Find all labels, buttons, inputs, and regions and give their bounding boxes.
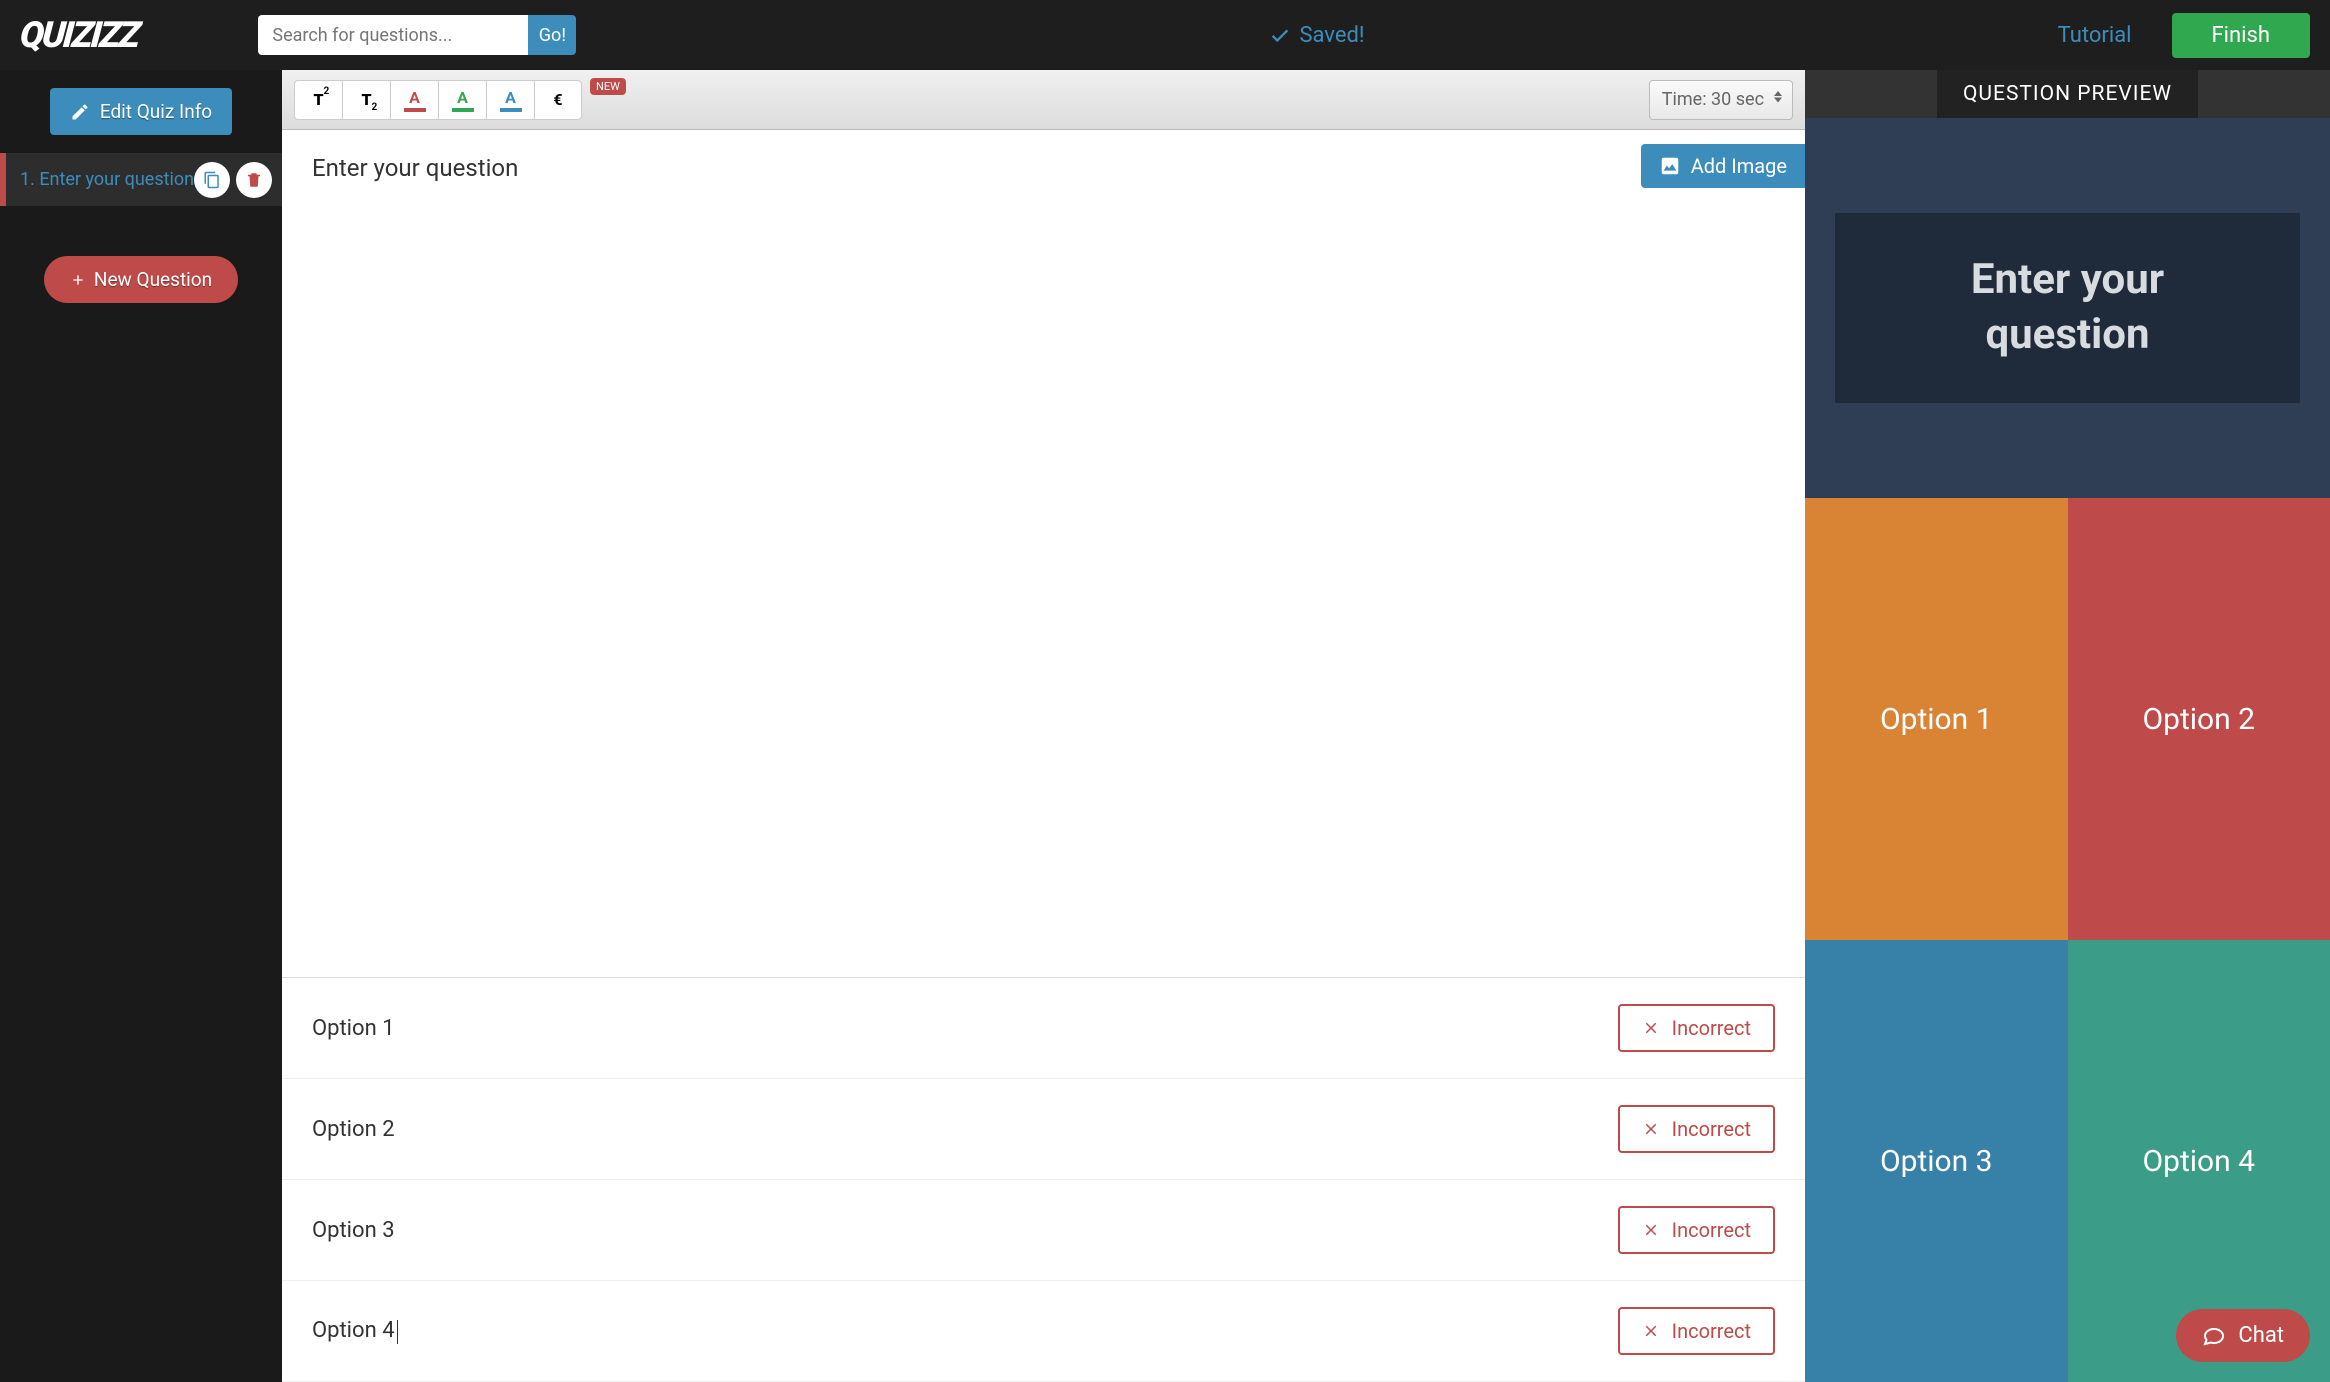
question-input-area[interactable]: Enter your question Add Image xyxy=(282,130,1805,978)
edit-quiz-label: Edit Quiz Info xyxy=(100,100,212,123)
incorrect-label: Incorrect xyxy=(1672,1016,1751,1040)
preview-question-area: Enter your question xyxy=(1805,118,2330,498)
trash-icon xyxy=(245,171,263,189)
x-icon xyxy=(1642,1019,1660,1037)
superscript-label: T xyxy=(313,90,323,109)
add-image-label: Add Image xyxy=(1691,154,1787,178)
mark-incorrect-button[interactable]: Incorrect xyxy=(1618,1004,1775,1052)
preview-option-1: Option 1 xyxy=(1805,498,2068,940)
go-button[interactable]: Go! xyxy=(528,15,576,55)
mark-incorrect-button[interactable]: Incorrect xyxy=(1618,1105,1775,1153)
tutorial-link[interactable]: Tutorial xyxy=(2058,23,2132,48)
question-item-text: 1. Enter your question xyxy=(20,169,194,190)
symbol-label: € xyxy=(553,90,562,109)
saved-label: Saved! xyxy=(1299,23,1364,48)
mark-incorrect-button[interactable]: Incorrect xyxy=(1618,1307,1775,1355)
color-blue-button[interactable]: A xyxy=(486,80,534,120)
question-item-actions xyxy=(194,162,272,198)
saved-status: Saved! xyxy=(1269,23,1364,48)
chat-icon xyxy=(2202,1324,2226,1348)
preview-option-2: Option 2 xyxy=(2068,498,2330,940)
mark-incorrect-button[interactable]: Incorrect xyxy=(1618,1206,1775,1254)
option-input[interactable]: Option 1 xyxy=(312,1016,395,1041)
option-input[interactable]: Option 4 xyxy=(312,1318,398,1343)
preview-header: QUESTION PREVIEW xyxy=(1937,70,2198,118)
option-row: Option 1 Incorrect xyxy=(282,978,1805,1079)
preview-question-box: Enter your question xyxy=(1835,213,2300,402)
top-bar: QUIZIZZ Go! Saved! Tutorial Finish xyxy=(0,0,2330,70)
option-row: Option 4 Incorrect xyxy=(282,1281,1805,1382)
chat-button[interactable]: Chat xyxy=(2176,1309,2310,1362)
plus-icon xyxy=(70,272,86,288)
main-area: Edit Quiz Info 1. Enter your question Ne… xyxy=(0,70,2330,1382)
superscript-button[interactable]: T2 xyxy=(294,80,342,120)
text-cursor xyxy=(397,1320,398,1344)
incorrect-label: Incorrect xyxy=(1672,1218,1751,1242)
x-icon xyxy=(1642,1322,1660,1340)
time-label: Time: 30 sec xyxy=(1662,89,1764,110)
logo: QUIZIZZ xyxy=(18,14,140,56)
format-toolbar: T2 T2 A A A € NEW Time: 30 sec xyxy=(282,70,1805,130)
symbol-button[interactable]: € xyxy=(534,80,582,120)
add-image-button[interactable]: Add Image xyxy=(1641,144,1805,188)
finish-button[interactable]: Finish xyxy=(2172,13,2310,58)
sidebar: Edit Quiz Info 1. Enter your question Ne… xyxy=(0,70,282,1382)
duplicate-button[interactable] xyxy=(194,162,230,198)
preview-question-text: Enter your question xyxy=(1885,253,2250,362)
x-icon xyxy=(1642,1221,1660,1239)
color-blue-label: A xyxy=(505,88,516,107)
subscript-label: T xyxy=(361,90,371,109)
delete-button[interactable] xyxy=(236,162,272,198)
sidebar-question-item[interactable]: 1. Enter your question xyxy=(0,153,282,206)
time-select[interactable]: Time: 30 sec xyxy=(1649,80,1793,120)
copy-icon xyxy=(203,171,221,189)
color-green-label: A xyxy=(457,88,468,107)
new-badge: NEW xyxy=(590,78,626,95)
option-input[interactable]: Option 2 xyxy=(312,1117,395,1142)
preview-header-wrap: QUESTION PREVIEW xyxy=(1805,70,2330,118)
question-placeholder-text: Enter your question xyxy=(312,154,1775,182)
edit-quiz-info-button[interactable]: Edit Quiz Info xyxy=(50,88,232,135)
incorrect-label: Incorrect xyxy=(1672,1319,1751,1343)
incorrect-label: Incorrect xyxy=(1672,1117,1751,1141)
color-green-button[interactable]: A xyxy=(438,80,486,120)
option-row: Option 3 Incorrect xyxy=(282,1180,1805,1281)
color-red-button[interactable]: A xyxy=(390,80,438,120)
new-question-label: New Question xyxy=(94,268,212,291)
search-wrap: Go! xyxy=(258,15,576,55)
preview-panel: QUESTION PREVIEW Enter your question Opt… xyxy=(1805,70,2330,1382)
search-input[interactable] xyxy=(258,15,528,55)
subscript-button[interactable]: T2 xyxy=(342,80,390,120)
preview-option-3: Option 3 xyxy=(1805,940,2068,1382)
editor-panel: T2 T2 A A A € NEW Time: 30 sec Enter you… xyxy=(282,70,1805,1382)
options-list: Option 1 Incorrect Option 2 Incorrect Op… xyxy=(282,978,1805,1382)
chat-label: Chat xyxy=(2238,1323,2284,1348)
color-red-label: A xyxy=(409,88,420,107)
x-icon xyxy=(1642,1120,1660,1138)
check-icon xyxy=(1269,24,1291,46)
option-input[interactable]: Option 3 xyxy=(312,1218,395,1243)
preview-options-grid: Option 1 Option 2 Option 3 Option 4 xyxy=(1805,498,2330,1382)
new-question-button[interactable]: New Question xyxy=(44,256,238,303)
image-icon xyxy=(1659,155,1681,177)
edit-icon xyxy=(70,102,90,122)
option-row: Option 2 Incorrect xyxy=(282,1079,1805,1180)
